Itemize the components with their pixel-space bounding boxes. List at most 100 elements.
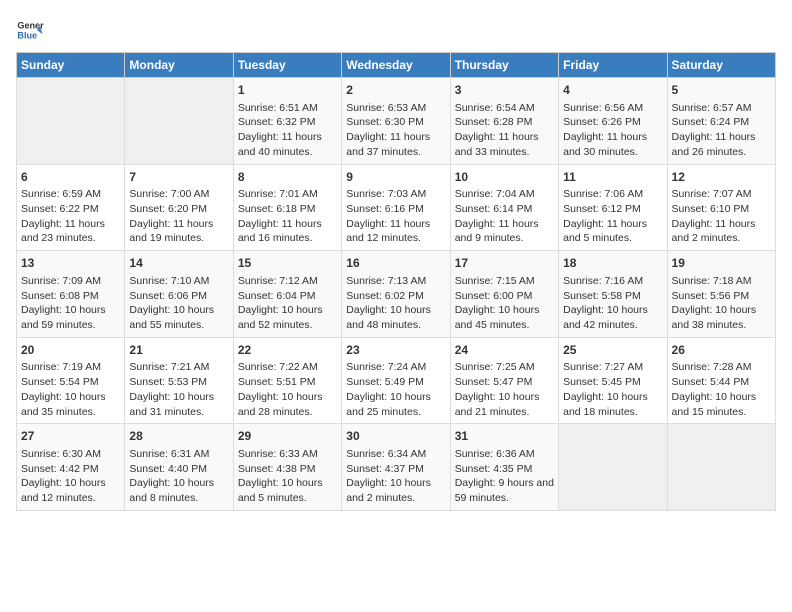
day-info: Sunrise: 7:22 AM Sunset: 5:51 PM Dayligh… — [238, 360, 337, 419]
table-row — [17, 78, 125, 165]
day-number: 23 — [346, 342, 445, 359]
table-row: 27 Sunrise: 6:30 AM Sunset: 4:42 PM Dayli… — [17, 424, 125, 511]
table-row: 15 Sunrise: 7:12 AM Sunset: 6:04 PM Dayli… — [233, 251, 341, 338]
day-number: 26 — [672, 342, 771, 359]
day-info: Sunrise: 7:01 AM Sunset: 6:18 PM Dayligh… — [238, 187, 337, 246]
day-info: Sunrise: 7:16 AM Sunset: 5:58 PM Dayligh… — [563, 274, 662, 333]
day-info: Sunrise: 7:12 AM Sunset: 6:04 PM Dayligh… — [238, 274, 337, 333]
day-info: Sunrise: 6:30 AM Sunset: 4:42 PM Dayligh… — [21, 447, 120, 506]
table-row: 9Sunrise: 7:03 AM Sunset: 6:16 PM Daylig… — [342, 164, 450, 251]
day-number: 28 — [129, 428, 228, 445]
day-info: Sunrise: 7:18 AM Sunset: 5:56 PM Dayligh… — [672, 274, 771, 333]
day-info: Sunrise: 6:53 AM Sunset: 6:30 PM Dayligh… — [346, 101, 445, 160]
table-row: 13 Sunrise: 7:09 AM Sunset: 6:08 PM Dayli… — [17, 251, 125, 338]
table-row: 20Sunrise: 7:19 AM Sunset: 5:54 PM Dayli… — [17, 337, 125, 424]
table-row: 28Sunrise: 6:31 AM Sunset: 4:40 PM Dayli… — [125, 424, 233, 511]
table-row: 10Sunrise: 7:04 AM Sunset: 6:14 PM Dayli… — [450, 164, 558, 251]
col-header-friday: Friday — [559, 53, 667, 78]
day-number: 13 — [21, 255, 120, 272]
day-info: Sunrise: 7:06 AM Sunset: 6:12 PM Dayligh… — [563, 187, 662, 246]
table-row: 21Sunrise: 7:21 AM Sunset: 5:53 PM Dayli… — [125, 337, 233, 424]
day-number: 3 — [455, 82, 554, 99]
table-row: 31 Sunrise: 6:36 AM Sunset: 4:35 PM Dayli… — [450, 424, 558, 511]
day-number: 12 — [672, 169, 771, 186]
table-row: 14 Sunrise: 7:10 AM Sunset: 6:06 PM Dayli… — [125, 251, 233, 338]
table-row: 3Sunrise: 6:54 AM Sunset: 6:28 PM Daylig… — [450, 78, 558, 165]
table-row: 19 Sunrise: 7:18 AM Sunset: 5:56 PM Dayli… — [667, 251, 775, 338]
day-number: 16 — [346, 255, 445, 272]
day-info: Sunrise: 7:27 AM Sunset: 5:45 PM Dayligh… — [563, 360, 662, 419]
table-row: 11Sunrise: 7:06 AM Sunset: 6:12 PM Dayli… — [559, 164, 667, 251]
day-info: Sunrise: 6:56 AM Sunset: 6:26 PM Dayligh… — [563, 101, 662, 160]
col-header-saturday: Saturday — [667, 53, 775, 78]
day-number: 24 — [455, 342, 554, 359]
day-number: 7 — [129, 169, 228, 186]
table-row: 25Sunrise: 7:27 AM Sunset: 5:45 PM Dayli… — [559, 337, 667, 424]
table-row — [559, 424, 667, 511]
table-row: 5 Sunrise: 6:57 AM Sunset: 6:24 PM Daylig… — [667, 78, 775, 165]
table-row: 7Sunrise: 7:00 AM Sunset: 6:20 PM Daylig… — [125, 164, 233, 251]
table-row: 2 Sunrise: 6:53 AM Sunset: 6:30 PM Daylig… — [342, 78, 450, 165]
day-info: Sunrise: 7:04 AM Sunset: 6:14 PM Dayligh… — [455, 187, 554, 246]
day-info: Sunrise: 7:24 AM Sunset: 5:49 PM Dayligh… — [346, 360, 445, 419]
day-number: 9 — [346, 169, 445, 186]
table-row — [125, 78, 233, 165]
day-info: Sunrise: 6:36 AM Sunset: 4:35 PM Dayligh… — [455, 447, 554, 506]
day-number: 25 — [563, 342, 662, 359]
logo-icon: General Blue — [16, 16, 44, 44]
table-row: 4 Sunrise: 6:56 AM Sunset: 6:26 PM Daylig… — [559, 78, 667, 165]
day-info: Sunrise: 7:15 AM Sunset: 6:00 PM Dayligh… — [455, 274, 554, 333]
logo: General Blue — [16, 16, 46, 44]
day-number: 30 — [346, 428, 445, 445]
day-number: 19 — [672, 255, 771, 272]
table-row: 29Sunrise: 6:33 AM Sunset: 4:38 PM Dayli… — [233, 424, 341, 511]
table-row: 16 Sunrise: 7:13 AM Sunset: 6:02 PM Dayli… — [342, 251, 450, 338]
day-number: 22 — [238, 342, 337, 359]
table-row: 26Sunrise: 7:28 AM Sunset: 5:44 PM Dayli… — [667, 337, 775, 424]
day-number: 1 — [238, 82, 337, 99]
day-number: 18 — [563, 255, 662, 272]
table-row: 12Sunrise: 7:07 AM Sunset: 6:10 PM Dayli… — [667, 164, 775, 251]
table-row: 30 Sunrise: 6:34 AM Sunset: 4:37 PM Dayli… — [342, 424, 450, 511]
day-number: 15 — [238, 255, 337, 272]
day-number: 17 — [455, 255, 554, 272]
day-info: Sunrise: 7:19 AM Sunset: 5:54 PM Dayligh… — [21, 360, 120, 419]
table-row: 23Sunrise: 7:24 AM Sunset: 5:49 PM Dayli… — [342, 337, 450, 424]
day-number: 10 — [455, 169, 554, 186]
day-number: 21 — [129, 342, 228, 359]
day-info: Sunrise: 7:09 AM Sunset: 6:08 PM Dayligh… — [21, 274, 120, 333]
table-row: 8Sunrise: 7:01 AM Sunset: 6:18 PM Daylig… — [233, 164, 341, 251]
day-number: 14 — [129, 255, 228, 272]
col-header-wednesday: Wednesday — [342, 53, 450, 78]
day-number: 11 — [563, 169, 662, 186]
day-number: 4 — [563, 82, 662, 99]
col-header-tuesday: Tuesday — [233, 53, 341, 78]
day-number: 27 — [21, 428, 120, 445]
table-row: 1Sunrise: 6:51 AM Sunset: 6:32 PM Daylig… — [233, 78, 341, 165]
day-info: Sunrise: 7:03 AM Sunset: 6:16 PM Dayligh… — [346, 187, 445, 246]
page-header: General Blue — [16, 16, 776, 44]
col-header-sunday: Sunday — [17, 53, 125, 78]
day-number: 20 — [21, 342, 120, 359]
day-number: 5 — [672, 82, 771, 99]
day-number: 31 — [455, 428, 554, 445]
calendar-table: SundayMondayTuesdayWednesdayThursdayFrid… — [16, 52, 776, 511]
day-info: Sunrise: 7:10 AM Sunset: 6:06 PM Dayligh… — [129, 274, 228, 333]
table-row — [667, 424, 775, 511]
table-row: 22Sunrise: 7:22 AM Sunset: 5:51 PM Dayli… — [233, 337, 341, 424]
day-info: Sunrise: 7:00 AM Sunset: 6:20 PM Dayligh… — [129, 187, 228, 246]
table-row: 17 Sunrise: 7:15 AM Sunset: 6:00 PM Dayli… — [450, 251, 558, 338]
day-number: 8 — [238, 169, 337, 186]
day-info: Sunrise: 6:34 AM Sunset: 4:37 PM Dayligh… — [346, 447, 445, 506]
table-row: 6Sunrise: 6:59 AM Sunset: 6:22 PM Daylig… — [17, 164, 125, 251]
day-info: Sunrise: 7:13 AM Sunset: 6:02 PM Dayligh… — [346, 274, 445, 333]
day-info: Sunrise: 6:57 AM Sunset: 6:24 PM Dayligh… — [672, 101, 771, 160]
day-info: Sunrise: 7:25 AM Sunset: 5:47 PM Dayligh… — [455, 360, 554, 419]
table-row: 24Sunrise: 7:25 AM Sunset: 5:47 PM Dayli… — [450, 337, 558, 424]
table-row: 18 Sunrise: 7:16 AM Sunset: 5:58 PM Dayli… — [559, 251, 667, 338]
col-header-monday: Monday — [125, 53, 233, 78]
day-number: 2 — [346, 82, 445, 99]
day-number: 6 — [21, 169, 120, 186]
day-number: 29 — [238, 428, 337, 445]
day-info: Sunrise: 7:21 AM Sunset: 5:53 PM Dayligh… — [129, 360, 228, 419]
